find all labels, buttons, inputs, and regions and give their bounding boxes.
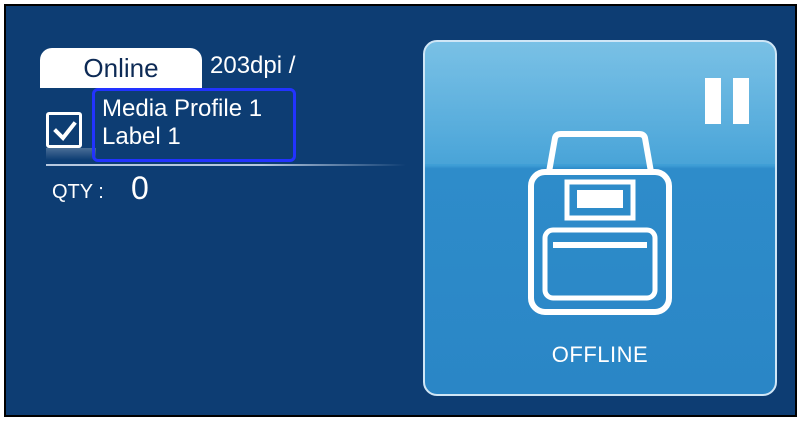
online-status-tab[interactable]: Online: [40, 48, 202, 88]
divider: [46, 164, 406, 166]
quantity-label: QTY :: [52, 181, 104, 203]
offline-label: OFFLINE: [551, 342, 649, 367]
pause-icon: [705, 78, 749, 124]
media-profile-name: Media Profile 1: [102, 95, 263, 122]
printer-status-screen: Online 203dpi / Media Profile 1 Label 1 …: [4, 4, 797, 417]
printer-offline-button[interactable]: OFFLINE: [423, 40, 777, 396]
resolution-text: 203dpi /: [210, 52, 296, 79]
media-checkbox[interactable]: [46, 112, 82, 148]
checkbox-reflection: [46, 148, 96, 160]
quantity-value: 0: [131, 170, 149, 206]
media-profile-selector[interactable]: Media Profile 1 Label 1: [92, 88, 296, 162]
printer-icon: [528, 131, 672, 315]
checkmark-icon: [53, 121, 77, 142]
media-label-name: Label 1: [102, 123, 181, 150]
